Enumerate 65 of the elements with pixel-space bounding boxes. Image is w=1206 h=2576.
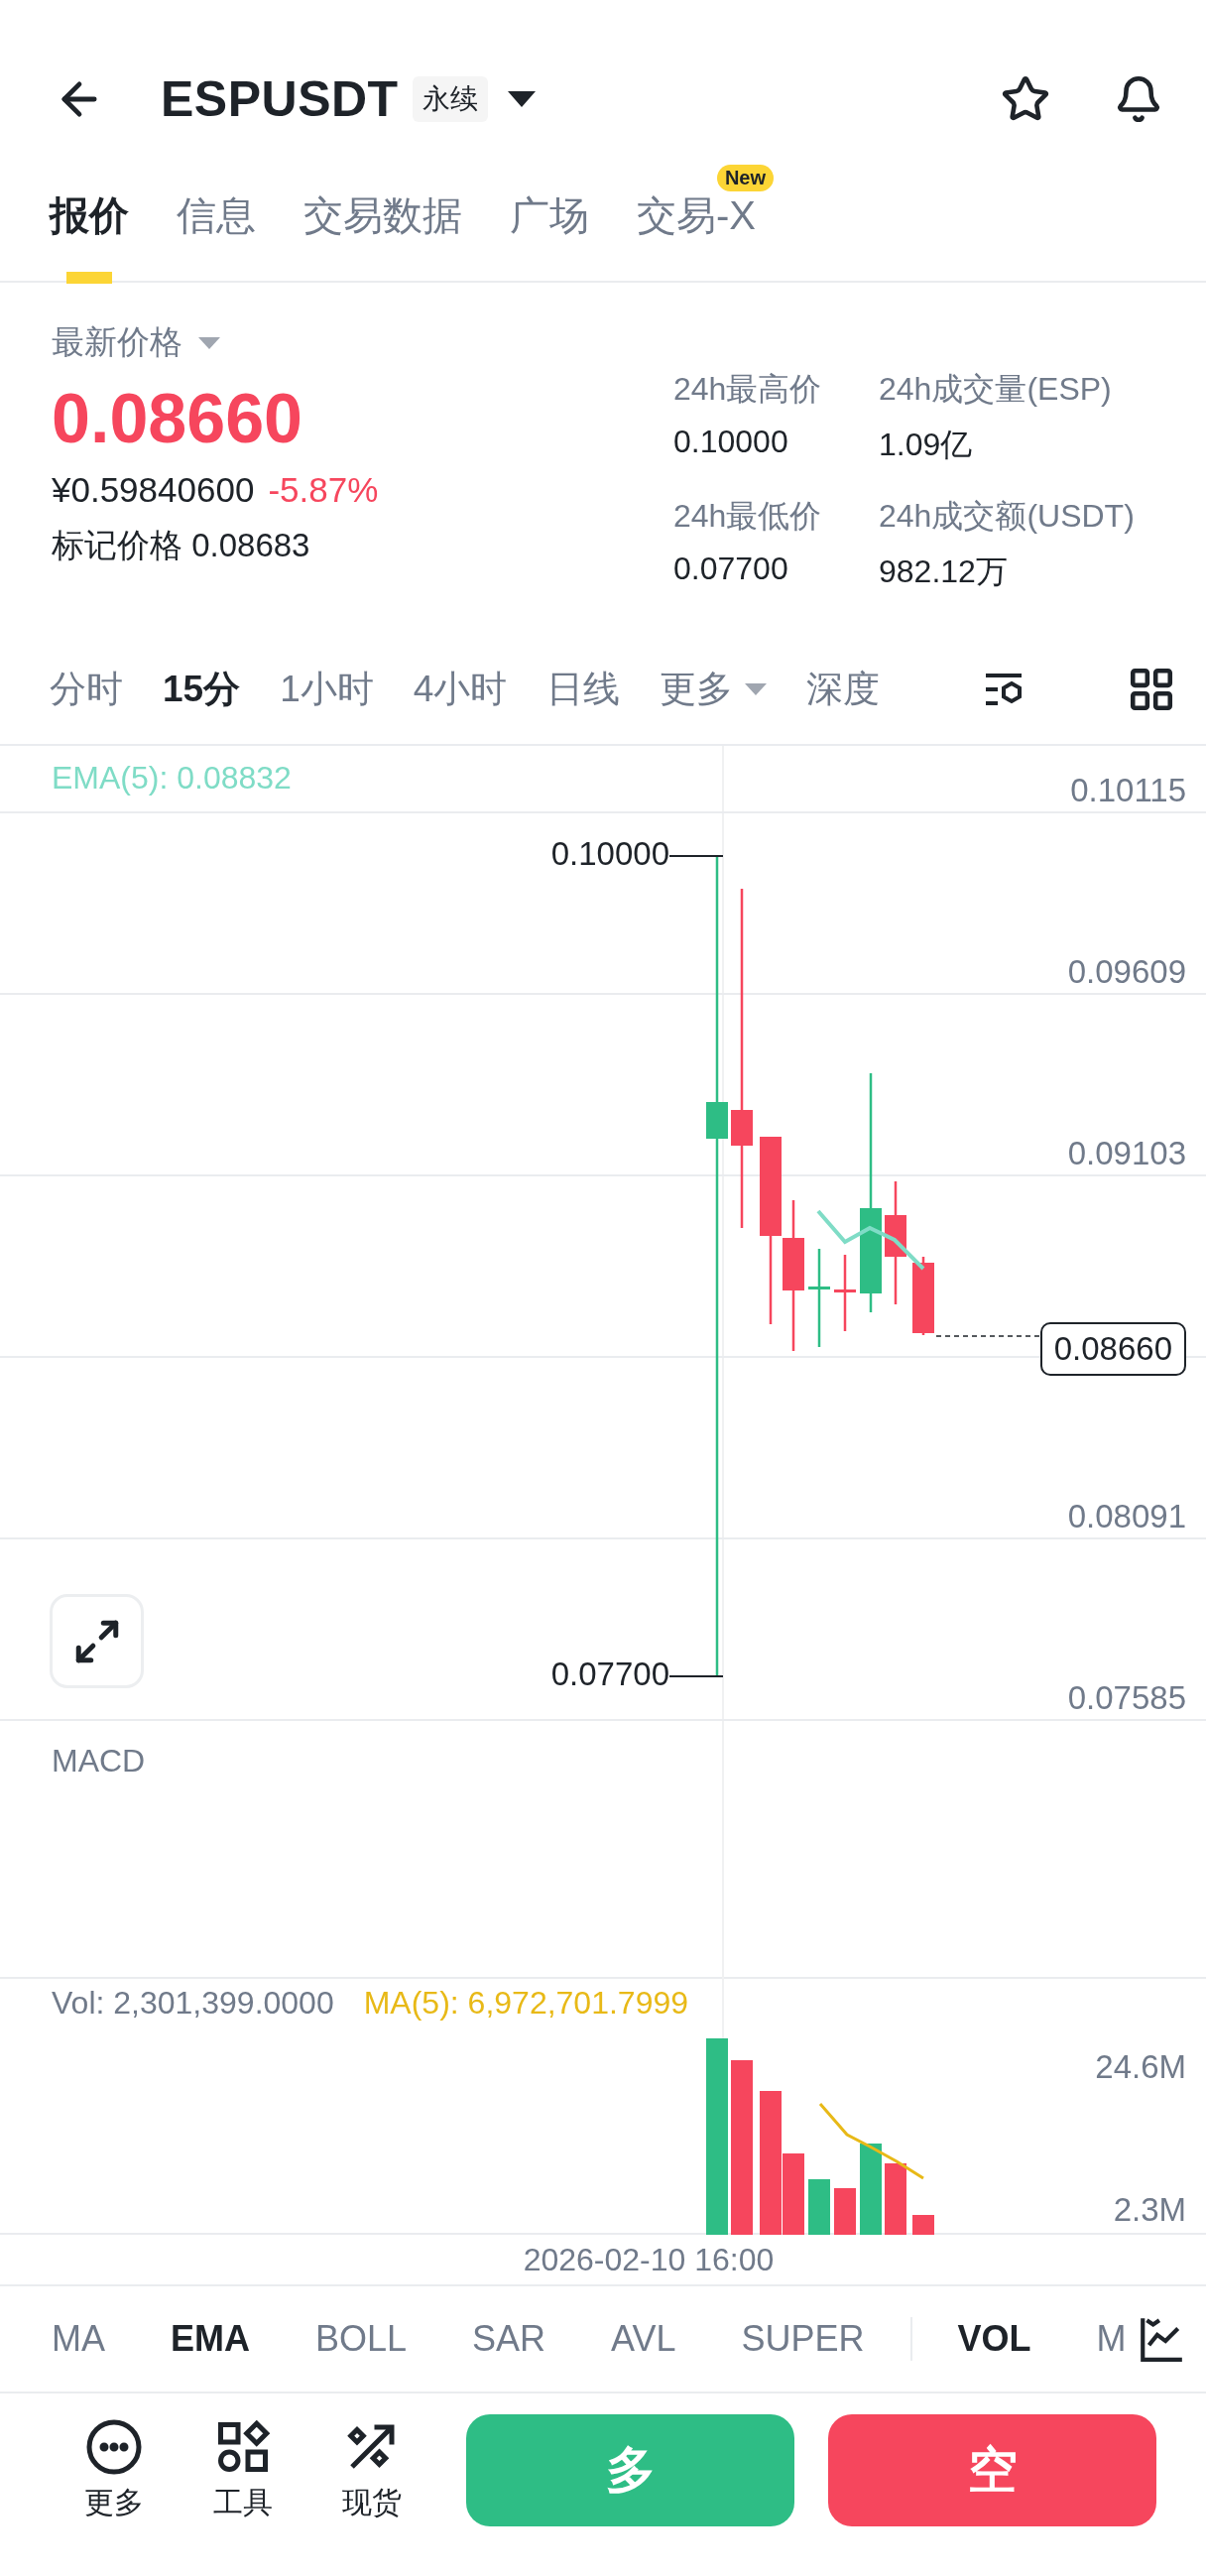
last-price: 0.08660: [52, 379, 304, 458]
stat-label: 24h最高价: [673, 370, 823, 409]
macd-label: MACD: [52, 1743, 146, 1779]
indicator-tab[interactable]: MA: [52, 2318, 105, 2360]
indicator-tab[interactable]: SAR: [472, 2318, 546, 2360]
y-axis-label: 0.09609: [1067, 953, 1186, 991]
volume-bar: [808, 2179, 830, 2235]
time-axis-label: 2026-02-10 16:00: [523, 2241, 775, 2278]
fullscreen-button[interactable]: [50, 1594, 144, 1688]
volume-bar: [834, 2188, 856, 2235]
tab[interactable]: 交易数据: [303, 191, 462, 238]
y-axis-label: 24.6M: [1095, 2048, 1186, 2086]
high-price-label: 0.10000: [550, 835, 669, 873]
stat-label: 24h成交量(ESP): [879, 370, 1113, 409]
current-price-tag: 0.08660: [1039, 1322, 1186, 1376]
price-label: 最新价格: [52, 322, 182, 362]
volume-ma-legend: MA(5): 6,972,701.7999: [363, 1985, 689, 2022]
indicator-tab[interactable]: BOLL: [315, 2318, 408, 2360]
volume-legend: Vol: 2,301,399.0000: [52, 1985, 334, 2022]
ema-legend: EMA(5): 0.08832: [52, 760, 292, 797]
y-axis-label: 0.07585: [1067, 1679, 1186, 1717]
stat-value: 0.07700: [673, 551, 789, 587]
interval-tab[interactable]: 15分: [163, 665, 241, 714]
y-axis-label: 2.3M: [1113, 2191, 1186, 2229]
price-change: -5.87%: [268, 470, 379, 510]
leader-line: [669, 1675, 723, 1677]
indicator-tab[interactable]: EMA: [171, 2318, 250, 2360]
tab[interactable]: 广场: [510, 191, 589, 238]
low-price-label: 0.07700: [550, 1656, 669, 1693]
stat-value: 1.09亿: [879, 426, 974, 464]
y-axis-label: 0.09103: [1067, 1135, 1186, 1172]
tab[interactable]: 信息: [177, 191, 256, 238]
volume-bar: [885, 2163, 906, 2235]
stat-label: 24h成交额(USDT): [879, 497, 1136, 536]
y-axis-label: 0.10115: [1070, 772, 1186, 809]
interval-tab[interactable]: 日线: [546, 665, 621, 714]
new-badge: New: [716, 164, 774, 191]
symbol-title: ESPUSDT: [161, 70, 399, 128]
interval-tab[interactable]: 更多: [660, 665, 768, 714]
indicator-tab[interactable]: VOL: [957, 2318, 1031, 2360]
tab[interactable]: 交易-X: [637, 191, 756, 238]
stat-value: 0.10000: [673, 424, 789, 460]
interval-tab[interactable]: 4小时: [413, 665, 508, 714]
indicator-tab[interactable]: SUPER: [741, 2318, 865, 2360]
contract-tag: 永续: [412, 76, 488, 122]
indicator-tab[interactable]: M: [1096, 2318, 1127, 2360]
volume-bar: [912, 2215, 934, 2235]
action-label[interactable]: 工具: [213, 2482, 273, 2523]
dropdown-caret-icon[interactable]: [507, 91, 536, 107]
action-label[interactable]: 现货: [342, 2482, 402, 2523]
active-tab-indicator: [66, 271, 112, 284]
interval-tab[interactable]: 1小时: [280, 665, 374, 714]
tab[interactable]: 报价: [50, 191, 129, 238]
leader-line: [669, 855, 723, 857]
y-axis-label: 0.08091: [1067, 1498, 1186, 1535]
action-label[interactable]: 更多: [84, 2482, 144, 2523]
long-button[interactable]: 多: [466, 2413, 794, 2526]
interval-tab[interactable]: 深度: [806, 665, 881, 714]
fiat-price: ¥0.59840600: [52, 470, 255, 510]
indicator-tab[interactable]: AVL: [611, 2318, 676, 2360]
stat-label: 24h最低价: [673, 497, 823, 536]
stat-value: 982.12万: [879, 552, 1009, 591]
short-button[interactable]: 空: [828, 2413, 1156, 2526]
interval-tab[interactable]: 分时: [50, 665, 123, 714]
mark-price: 标记价格 0.08683: [52, 526, 311, 565]
